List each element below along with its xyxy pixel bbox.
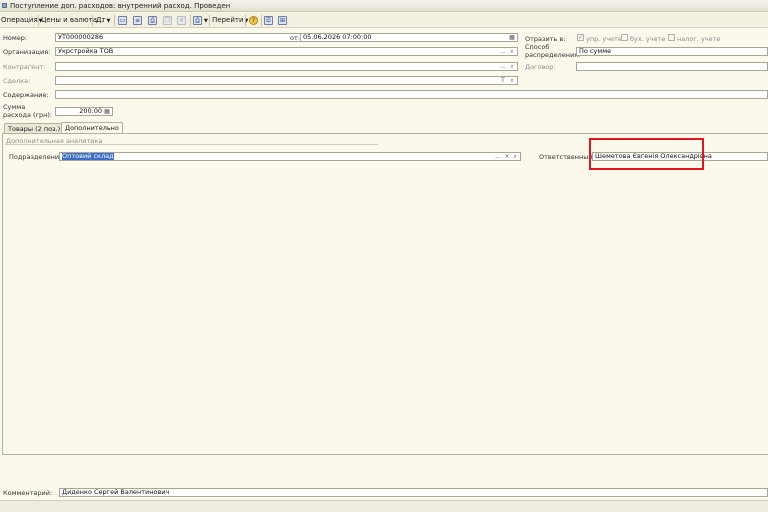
highlight-annotation: [589, 138, 704, 170]
help-icon[interactable]: ?: [249, 16, 258, 25]
counterparty-label: Контрагент:: [3, 63, 46, 71]
save-icon[interactable]: ▭: [118, 16, 127, 25]
search-icon[interactable]: ⌕: [508, 48, 516, 55]
sum-value: 200.00: [79, 107, 102, 115]
operation-label: Операция: [1, 16, 38, 24]
distribution-value: По сумме: [579, 47, 612, 55]
prices-button[interactable]: Цены и валюта...: [41, 15, 104, 26]
type-t-icon[interactable]: T: [499, 77, 507, 84]
select-ellipsis-icon[interactable]: …: [499, 48, 507, 55]
select-ellipsis-icon[interactable]: …: [494, 153, 502, 160]
reflect-acc-label: бух. учете: [630, 35, 666, 43]
print-icon[interactable]: ⎙: [193, 16, 202, 25]
sum-field[interactable]: 200.00 ▦: [55, 107, 113, 116]
structure-icon[interactable]: ⊞: [278, 16, 287, 25]
calendar-icon[interactable]: ▦: [508, 34, 516, 41]
list-icon[interactable]: ☰: [264, 16, 273, 25]
reflect-mgmt-checkbox[interactable]: ✓: [577, 34, 584, 41]
contract-field[interactable]: [576, 62, 768, 71]
reflect-mgmt-label: упр. учете: [586, 35, 622, 43]
comment-field[interactable]: Диденко Сергей Валентинович: [59, 488, 768, 497]
reflect-label: Отразить в:: [525, 35, 566, 43]
deal-field[interactable]: T ⌕: [55, 76, 518, 85]
division-label: Подразделение:: [9, 153, 66, 161]
toolbar-separator: [209, 15, 210, 26]
toolbar: Операция▼ Цены и валюта... Дт▼ ▭ ≡ ⎙ ❐ ✕…: [0, 13, 768, 28]
organization-field[interactable]: Укрстройка ТОВ … ⌕: [55, 47, 518, 56]
comment-label: Комментарий:: [3, 489, 53, 497]
search-icon[interactable]: ⌕: [508, 77, 516, 84]
toolbar-separator: [261, 15, 262, 26]
date-value: 05.06.2026 07:00:00: [303, 33, 372, 41]
select-ellipsis-icon[interactable]: …: [499, 63, 507, 70]
sum-label-line2: расхода (грн):: [3, 111, 53, 119]
status-bar: [0, 500, 768, 512]
operation-menu[interactable]: Операция▼: [1, 15, 43, 26]
goto-menu[interactable]: Перейти▼: [212, 15, 248, 26]
toolbar-separator: [114, 15, 115, 26]
division-value: Оптовий склад: [62, 152, 114, 160]
date-label: от:: [290, 34, 300, 42]
chevron-down-icon[interactable]: ▼: [203, 15, 208, 26]
comment-value: Диденко Сергей Валентинович: [62, 488, 170, 496]
post-icon[interactable]: ≡: [133, 16, 142, 25]
goto-label: Перейти: [212, 16, 244, 24]
sum-label-line1: Сумма: [3, 103, 26, 111]
clear-icon[interactable]: ×: [503, 153, 511, 160]
toolbar-separator: [190, 15, 191, 26]
distribution-select[interactable]: По сумме: [576, 47, 768, 56]
toolbar-separator: [245, 15, 246, 26]
division-field[interactable]: Оптовий склад … × ⌕: [59, 152, 521, 161]
toolbar-separator: [92, 15, 93, 26]
distribution-label-line1: Способ: [525, 43, 550, 51]
responsible-label: Ответственный:: [539, 153, 595, 161]
reflect-acc-checkbox[interactable]: [621, 34, 628, 41]
number-value: УТ000000286: [58, 33, 104, 41]
deal-label: Сделка:: [3, 77, 31, 85]
content-label: Содержание:: [3, 91, 49, 99]
calculator-icon[interactable]: ▦: [103, 108, 111, 115]
search-icon[interactable]: ⌕: [511, 153, 519, 160]
section-divider: [5, 144, 378, 145]
unpost-icon[interactable]: ⎙: [148, 16, 157, 25]
reflect-tax-label: налог. учете: [677, 35, 721, 43]
organization-label: Организация:: [3, 48, 51, 56]
chevron-down-icon: ▼: [106, 18, 111, 24]
toolbar-separator: [38, 15, 39, 26]
tab-panel: [2, 133, 768, 455]
number-label: Номер:: [3, 34, 28, 42]
delete-icon[interactable]: ✕: [177, 16, 186, 25]
structure-menu[interactable]: Дт▼: [96, 15, 110, 26]
document-icon: [2, 3, 7, 8]
distribution-label-line2: распределения:: [525, 51, 581, 59]
contract-label: Договор:: [525, 63, 556, 71]
copy-icon[interactable]: ❐: [163, 16, 172, 25]
date-field[interactable]: 05.06.2026 07:00:00 ▦: [300, 33, 518, 42]
counterparty-field[interactable]: … ⌕: [55, 62, 518, 71]
organization-value: Укрстройка ТОВ: [58, 47, 114, 55]
content-field[interactable]: [55, 90, 768, 99]
window-title: Поступление доп. расходов: внутренний ра…: [10, 2, 231, 10]
reflect-tax-checkbox[interactable]: [668, 34, 675, 41]
search-icon[interactable]: ⌕: [508, 63, 516, 70]
window-titlebar: Поступление доп. расходов: внутренний ра…: [0, 0, 768, 12]
